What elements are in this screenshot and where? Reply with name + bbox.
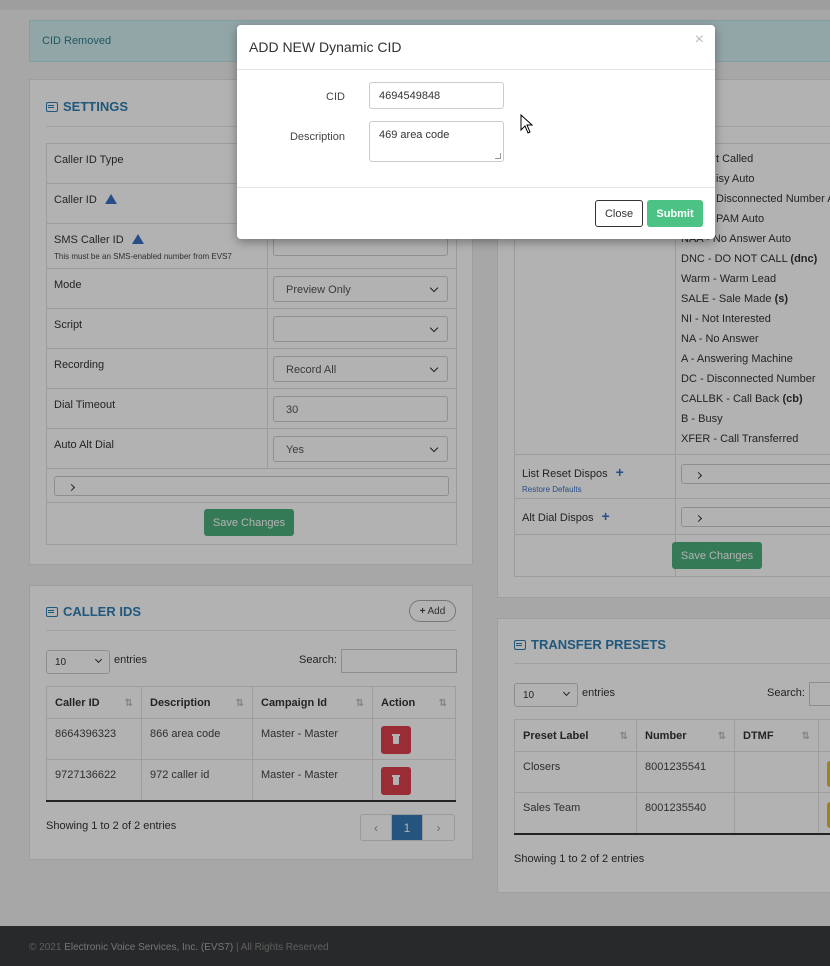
modal-footer-divider (237, 187, 715, 188)
mouse-cursor-icon (520, 114, 534, 134)
cid-label: CID (326, 91, 345, 103)
description-label: Description (289, 131, 345, 143)
add-dynamic-cid-modal: ADD NEW Dynamic CID × CID 4694549848 Des… (237, 25, 715, 239)
cid-input[interactable]: 4694549848 (369, 82, 504, 109)
close-button[interactable]: Close (595, 200, 643, 227)
submit-button[interactable]: Submit (647, 200, 703, 227)
close-icon[interactable]: × (695, 31, 704, 49)
description-textarea[interactable]: 469 area code (369, 121, 504, 162)
resize-handle-icon[interactable] (495, 153, 501, 159)
modal-header-divider (237, 69, 715, 70)
modal-title: ADD NEW Dynamic CID (249, 39, 402, 55)
